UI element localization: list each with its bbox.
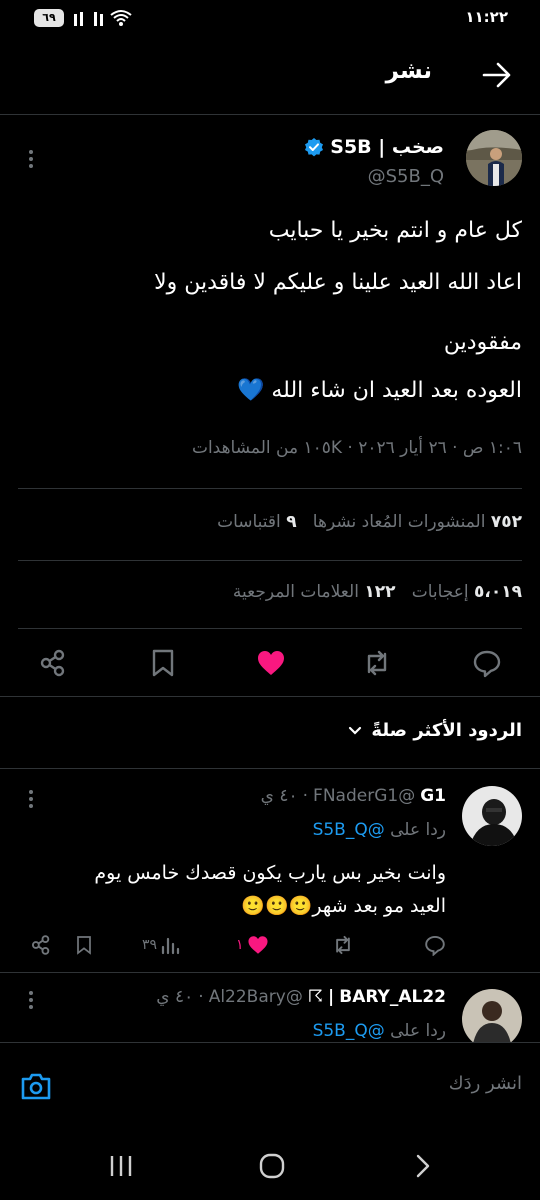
- tweet-metadata: ١:٠٦ ص · ٢٦ أيار ٢٠٢٦ · ١٠٥K من المشاهدا…: [191, 438, 522, 458]
- reply-header: BARY_AL22 | ☈ @Al22Bary · ٤٠ ي: [156, 987, 446, 1007]
- more-options-icon[interactable]: [28, 788, 34, 810]
- like-icon: [247, 936, 268, 954]
- reply-header: G1 @FNaderG1 · ٤٠ ي: [260, 786, 446, 806]
- replying-prefix: ردا على: [390, 820, 446, 840]
- tweet-text-line: اعاد الله العيد علينا و عليكم لا فاقدين …: [154, 270, 522, 295]
- bookmark-icon[interactable]: [148, 648, 178, 678]
- replying-to: ردا على @S5B_Q: [313, 1021, 446, 1041]
- compose-reply-input[interactable]: انشر ردَك: [449, 1073, 522, 1094]
- divider: [0, 114, 540, 115]
- reply-time: ٤٠ ي: [156, 987, 194, 1007]
- repost-icon: [336, 935, 350, 955]
- views-icon: [161, 937, 180, 955]
- quotes-label[interactable]: اقتباسات: [217, 512, 281, 532]
- reply-author-name[interactable]: G1: [420, 786, 446, 806]
- replying-to-mention[interactable]: @S5B_Q: [313, 820, 385, 840]
- author-name[interactable]: صخب | S5B: [330, 136, 444, 158]
- chevron-down-icon: [349, 726, 362, 735]
- repost-quote-stats: ٧٥٢ المنشورات المُعاد نشرها ٩ اقتباسات: [217, 512, 522, 532]
- sort-label: الردود الأكثر صلةً: [371, 720, 522, 741]
- reposts-label[interactable]: المنشورات المُعاد نشرها: [313, 512, 486, 532]
- signal-icon: [94, 12, 97, 26]
- reply-reply-button[interactable]: [424, 934, 446, 956]
- bookmarks-count: ١٢٢: [364, 582, 396, 602]
- reply-text-line: وانت بخير بس يارب يكون قصدك خامس يوم: [94, 862, 446, 884]
- tweet-text-line: مفقودين: [443, 330, 522, 355]
- likes-count: ٥،٠١٩: [474, 582, 522, 602]
- like-bookmark-stats: ٥،٠١٩ إعجابات ١٢٢ العلامات المرجعية: [233, 582, 522, 602]
- reply-avatar[interactable]: [462, 989, 522, 1042]
- home-icon[interactable]: [258, 1152, 286, 1180]
- camera-icon[interactable]: [20, 1071, 52, 1101]
- repost-icon[interactable]: [362, 648, 392, 678]
- battery-icon: ٦٩: [34, 9, 64, 27]
- reply-item[interactable]: BARY_AL22 | ☈ @Al22Bary · ٤٠ ي ردا على @…: [0, 973, 540, 1042]
- status-bar: ١١:٢٢ ٦٩: [0, 0, 540, 36]
- author-name-row[interactable]: صخب | S5B: [304, 136, 444, 158]
- replying-to: ردا على @S5B_Q: [313, 820, 446, 840]
- reply-like-button[interactable]: ١: [236, 934, 269, 956]
- reply-icon: [425, 935, 445, 956]
- reply-text-line: العيد مو بعد شهر🙂🙂🙂: [241, 895, 446, 917]
- signal-icon: [100, 14, 103, 26]
- quotes-count: ٩: [286, 512, 297, 532]
- author-handle[interactable]: @S5B_Q: [368, 166, 444, 187]
- tweet-text-line: كل عام و انتم بخير يا حبايب: [268, 218, 522, 243]
- divider: [0, 768, 540, 769]
- reply-bookmark-button[interactable]: [74, 934, 94, 956]
- replying-prefix: ردا على: [390, 1021, 446, 1041]
- share-icon: [31, 935, 50, 955]
- system-nav-bar: [0, 1132, 540, 1200]
- replying-to-mention[interactable]: @S5B_Q: [313, 1021, 385, 1041]
- replies-sort-dropdown[interactable]: الردود الأكثر صلةً: [347, 720, 522, 741]
- like-icon[interactable]: [256, 648, 286, 678]
- reply-time: ٤٠ ي: [260, 786, 298, 806]
- reply-views[interactable]: ٣٩: [142, 934, 180, 956]
- divider: [18, 628, 522, 629]
- reposts-count: ٧٥٢: [490, 512, 522, 532]
- reply-like-count: ١: [236, 937, 244, 953]
- reply-icon[interactable]: [472, 648, 502, 678]
- divider: [18, 488, 522, 489]
- bookmarks-label[interactable]: العلامات المرجعية: [233, 582, 359, 602]
- more-options-icon[interactable]: [28, 989, 34, 1011]
- compose-reply-bar[interactable]: انشر ردَك: [0, 1042, 540, 1130]
- tweet-text-line: العوده بعد العيد ان شاء الله 💙: [236, 378, 522, 403]
- reply-author-handle[interactable]: @Al22Bary: [209, 987, 303, 1007]
- divider: [18, 560, 522, 561]
- reply-avatar[interactable]: [462, 786, 522, 846]
- bookmark-icon: [77, 936, 91, 955]
- reply-share-button[interactable]: [30, 934, 52, 956]
- back-arrow-icon[interactable]: [482, 62, 512, 88]
- signal-icon: [74, 14, 77, 26]
- more-options-icon[interactable]: [28, 148, 34, 170]
- page-title: نشر: [385, 58, 432, 84]
- signal-icon: [80, 12, 83, 26]
- back-icon[interactable]: [410, 1154, 434, 1178]
- wifi-icon: [110, 10, 132, 26]
- reply-author-name[interactable]: BARY_AL22: [339, 987, 446, 1007]
- share-icon[interactable]: [38, 648, 68, 678]
- reply-repost-button[interactable]: [332, 934, 354, 956]
- likes-label[interactable]: إعجابات: [412, 582, 469, 602]
- reply-author-badge: ☈: [307, 987, 324, 1007]
- reply-author-handle[interactable]: @FNaderG1: [313, 786, 415, 806]
- reply-view-count: ٣٩: [142, 937, 158, 953]
- verified-badge-icon: [305, 138, 324, 157]
- status-time: ١١:٢٢: [465, 8, 508, 26]
- recent-apps-icon[interactable]: [108, 1154, 134, 1178]
- author-avatar[interactable]: [466, 130, 522, 186]
- divider: [0, 696, 540, 697]
